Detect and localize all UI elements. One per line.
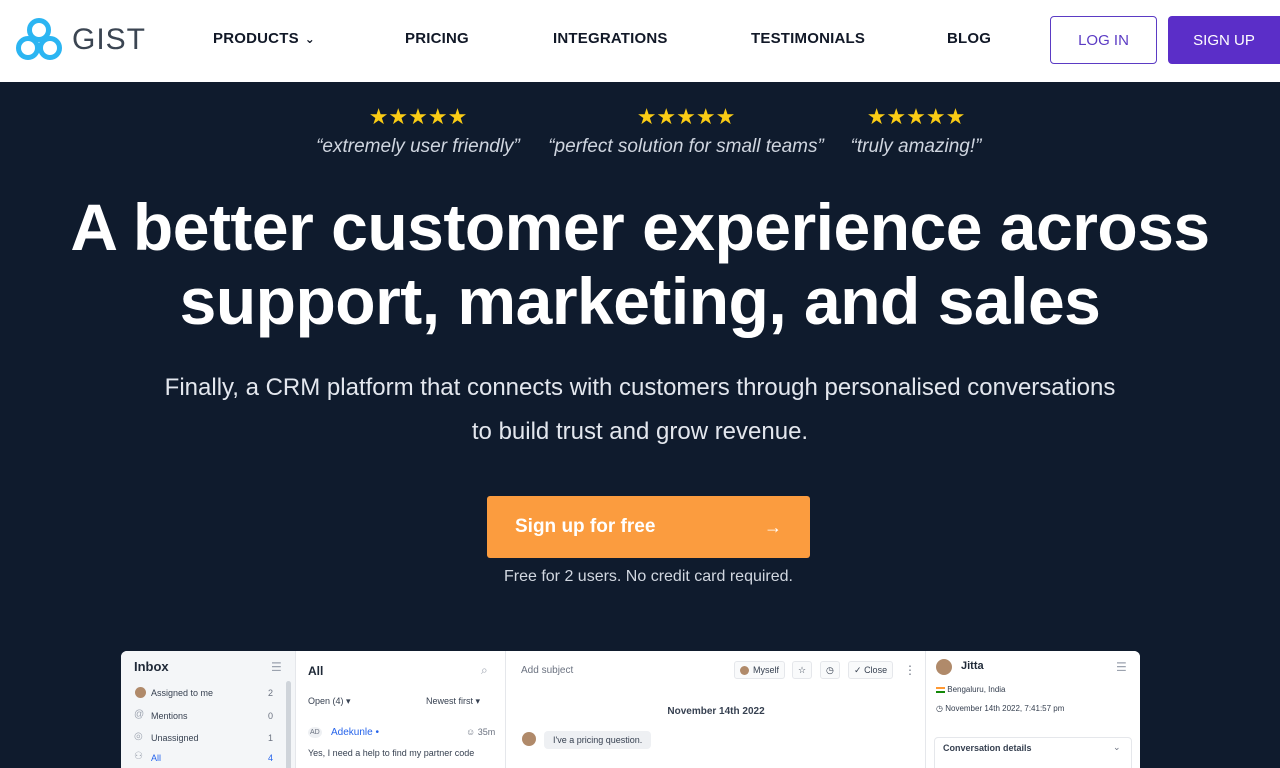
arrow-right-icon: → bbox=[764, 516, 782, 537]
conversation-name[interactable]: Adekunle • bbox=[331, 727, 379, 738]
details-title: Conversation details bbox=[943, 743, 1032, 753]
top-navigation: GIST PRODUCTS ⌄ PRICING INTEGRATIONS TEST… bbox=[0, 0, 1280, 82]
subject-input[interactable]: Add subject bbox=[521, 665, 573, 676]
list-title: All bbox=[308, 664, 324, 678]
signup-free-button[interactable]: Sign up for free → bbox=[487, 496, 810, 558]
review-quote: “truly amazing!” bbox=[850, 136, 982, 157]
review-1: ★★★★★ “extremely user friendly” bbox=[312, 106, 524, 158]
chevron-down-icon[interactable]: ⌄ bbox=[1113, 742, 1121, 753]
assignee-label: Myself bbox=[753, 665, 780, 675]
conversation-time-text: 35m bbox=[477, 727, 496, 737]
star-rating: ★★★★★ bbox=[866, 104, 966, 129]
review-2: ★★★★★ “perfect solution for small teams” bbox=[542, 106, 830, 158]
conversation-details-card[interactable]: Conversation details ⌄ bbox=[934, 737, 1132, 768]
filter-sort-label: Newest first bbox=[426, 696, 474, 706]
avatar bbox=[740, 665, 749, 675]
inbox-item-label[interactable]: Mentions bbox=[151, 711, 188, 721]
nav-blog[interactable]: BLOG bbox=[947, 30, 991, 47]
logo-text: GIST bbox=[72, 23, 147, 56]
star-button[interactable]: ☆ bbox=[792, 661, 813, 679]
cta-note: Free for 2 users. No credit card require… bbox=[503, 568, 793, 585]
signup-button[interactable]: SIGN UP bbox=[1168, 16, 1280, 64]
filter-sort[interactable]: Newest first ▾ bbox=[426, 696, 480, 707]
nav-pricing[interactable]: PRICING bbox=[405, 30, 469, 47]
headline-line-2: support, marketing, and sales bbox=[179, 264, 1101, 338]
subline-line-1: Finally, a CRM platform that connects wi… bbox=[164, 374, 1116, 401]
user-icon: ◎ bbox=[134, 731, 143, 742]
nav-integrations[interactable]: INTEGRATIONS bbox=[553, 30, 668, 47]
search-icon[interactable]: ⌕ bbox=[481, 663, 488, 678]
hero-headline: A better customer experience across supp… bbox=[40, 190, 1240, 338]
menu-icon: ☰ bbox=[271, 660, 282, 674]
cta-label: Sign up for free bbox=[515, 516, 656, 537]
gist-logo-icon bbox=[16, 18, 62, 62]
nav-products-label: PRODUCTS bbox=[213, 30, 299, 47]
contact-panel: Jitta ☰ Bengaluru, India ◷ November 14th… bbox=[926, 651, 1140, 768]
contact-time: ◷ November 14th 2022, 7:41:57 pm bbox=[936, 704, 1064, 713]
inbox-sidebar: Inbox ☰ Assigned to me 2 @ Mentions 0 ◎ … bbox=[121, 651, 296, 768]
menu-icon[interactable]: ☰ bbox=[1116, 660, 1127, 674]
review-3: ★★★★★ “truly amazing!” bbox=[846, 106, 986, 158]
review-quote: “extremely user friendly” bbox=[316, 136, 520, 157]
conversation-name-text: Adekunle bbox=[331, 727, 373, 738]
inbox-item-count: 2 bbox=[268, 688, 274, 698]
contact-location: Bengaluru, India bbox=[936, 685, 1006, 694]
close-label: Close bbox=[864, 665, 888, 675]
date-separator: November 14th 2022 bbox=[667, 706, 765, 717]
star-icon: ☆ bbox=[798, 664, 807, 675]
at-icon: @ bbox=[134, 709, 145, 720]
clock-icon: ◷ bbox=[936, 704, 943, 713]
close-button[interactable]: ✓ Close bbox=[848, 661, 894, 679]
inbox-item-label[interactable]: Assigned to me bbox=[151, 688, 213, 698]
message-bubble: I've a pricing question. bbox=[544, 731, 652, 749]
conversation-avatar: AD bbox=[308, 727, 322, 738]
more-icon[interactable]: ⋮ bbox=[904, 663, 916, 677]
contact-time-text: November 14th 2022, 7:41:57 pm bbox=[945, 704, 1065, 713]
contact-location-text: Bengaluru, India bbox=[947, 685, 1006, 694]
conversation-time: ☺ 35m bbox=[466, 727, 496, 737]
avatar bbox=[135, 687, 146, 698]
nav-products[interactable]: PRODUCTS ⌄ bbox=[213, 30, 315, 47]
chevron-down-icon: ⌄ bbox=[304, 32, 316, 46]
check-icon: ✓ bbox=[854, 664, 862, 675]
subline-line-2: to build trust and grow revenue. bbox=[471, 418, 809, 445]
headline-line-1: A better customer experience across bbox=[70, 190, 1210, 264]
logo[interactable]: GIST bbox=[16, 18, 146, 62]
star-rating: ★★★★★ bbox=[636, 104, 736, 129]
avatar bbox=[522, 732, 536, 746]
flag-icon bbox=[936, 686, 945, 693]
conversation-preview[interactable]: Yes, I need a help to find my partner co… bbox=[308, 748, 474, 758]
inbox-item-label[interactable]: Unassigned bbox=[151, 733, 199, 743]
contact-avatar bbox=[936, 659, 952, 675]
snooze-button[interactable]: ◷ bbox=[820, 661, 840, 679]
inbox-title: Inbox bbox=[134, 659, 169, 674]
filter-open-label: Open (4) bbox=[308, 696, 344, 706]
star-rating: ★★★★★ bbox=[368, 104, 468, 129]
assignee-selector[interactable]: Myself bbox=[734, 661, 786, 679]
filter-open[interactable]: Open (4) ▾ bbox=[308, 696, 351, 707]
conversation-list: All ⌕ Open (4) ▾ Newest first ▾ AD Adeku… bbox=[296, 651, 506, 768]
login-button[interactable]: LOG IN bbox=[1050, 16, 1157, 64]
inbox-item-label[interactable]: All bbox=[151, 753, 161, 763]
group-icon: ⚇ bbox=[134, 751, 143, 762]
inbox-item-count: 4 bbox=[268, 753, 274, 763]
app-preview: Inbox ☰ Assigned to me 2 @ Mentions 0 ◎ … bbox=[121, 651, 1140, 768]
nav-testimonials[interactable]: TESTIMONIALS bbox=[751, 30, 865, 47]
conversation-view: Add subject Myself ☆ ◷ ✓ Close ⋮ Novembe… bbox=[506, 651, 926, 768]
inbox-item-count: 1 bbox=[268, 733, 274, 743]
review-quote: “perfect solution for small teams” bbox=[548, 136, 824, 157]
clock-icon: ◷ bbox=[826, 664, 834, 675]
hero-subline: Finally, a CRM platform that connects wi… bbox=[90, 366, 1190, 454]
inbox-item-count: 0 bbox=[268, 711, 274, 721]
contact-name: Jitta bbox=[961, 660, 984, 672]
scrollbar[interactable] bbox=[286, 681, 291, 768]
